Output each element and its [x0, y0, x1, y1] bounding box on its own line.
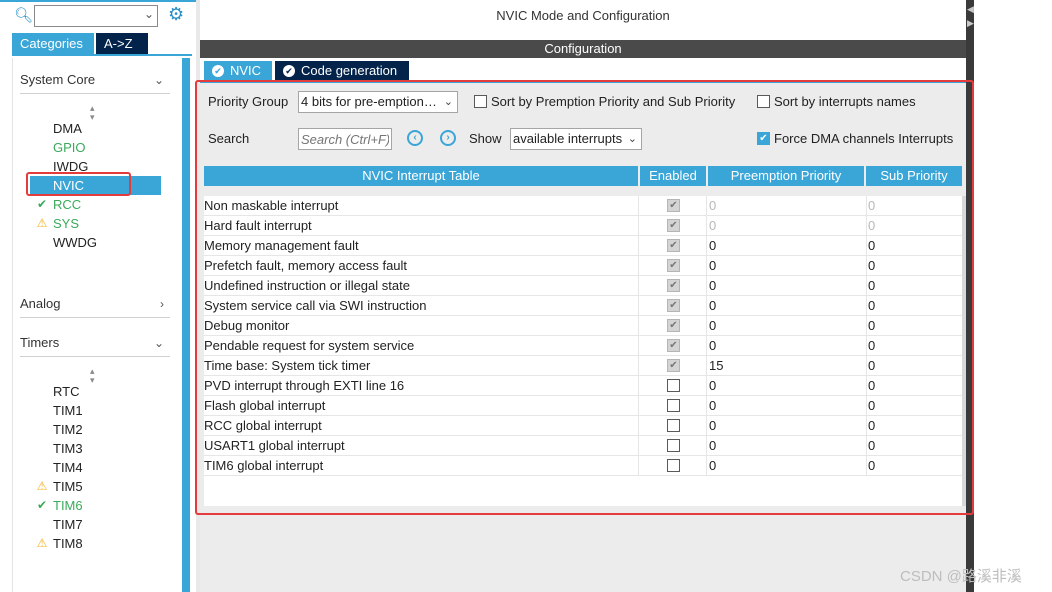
watermark: CSDN @路溪非溪 — [900, 568, 1022, 585]
caret-right-icon[interactable]: ▶ — [967, 18, 974, 29]
sidebar-item-wwdg[interactable]: WWDG — [30, 233, 160, 252]
sidebar-item-label: WWDG — [53, 235, 98, 250]
search-icon[interactable]: 🔍︎ — [14, 6, 34, 26]
chevron-down-icon: ⌄ — [153, 73, 164, 87]
nvic-highlight-box — [26, 172, 131, 196]
sidebar-item-dma[interactable]: DMA — [30, 119, 160, 138]
sidebar-item-label: TIM4 — [53, 460, 83, 475]
chevron-down-icon: ⌄ — [153, 336, 164, 350]
warning-icon: ⚠ — [36, 536, 48, 550]
divider — [20, 93, 170, 94]
gear-icon[interactable]: ⚙ — [168, 4, 188, 24]
tab-a-to-z[interactable]: A->Z — [96, 33, 148, 55]
sidebar-item-rtc[interactable]: RTC — [30, 382, 160, 401]
sidebar-item-tim1[interactable]: TIM1 — [30, 401, 160, 420]
divider — [20, 317, 170, 318]
check-circle-icon: ✔ — [283, 65, 295, 77]
sidebar-item-sys[interactable]: ⚠ SYS — [30, 214, 160, 233]
sidebar-scrollbar[interactable] — [182, 58, 190, 592]
nvic-settings-highlight-box — [195, 80, 974, 515]
configuration-header: Configuration — [200, 40, 966, 58]
sidebar-item-label: SYS — [53, 216, 80, 231]
sidebar-item-gpio[interactable]: GPIO — [30, 138, 160, 157]
sidebar-item-label: RTC — [53, 384, 80, 399]
chevron-right-icon: › — [160, 297, 164, 311]
tab-code-generation[interactable]: ✔ Code generation — [275, 61, 409, 81]
check-icon: ✔ — [36, 197, 48, 211]
sidebar-item-label: TIM8 — [53, 536, 83, 551]
caret-left-icon[interactable]: ◀ — [967, 4, 974, 15]
sidebar-item-label: GPIO — [53, 140, 86, 155]
sidebar-item-label: TIM2 — [53, 422, 83, 437]
component-search-combo[interactable]: ⌄ — [34, 5, 158, 27]
page-title: NVIC Mode and Configuration — [496, 8, 670, 23]
section-system-core[interactable]: System Core ⌄ — [20, 69, 170, 91]
check-circle-icon: ✔ — [212, 65, 224, 77]
top-accent-line — [0, 0, 196, 2]
sidebar-item-label: TIM6 — [53, 498, 83, 513]
sidebar-item-tim7[interactable]: TIM7 — [30, 515, 160, 534]
tab-nvic[interactable]: ✔ NVIC — [204, 61, 272, 81]
warning-icon: ⚠ — [36, 216, 48, 230]
sidebar-item-label: TIM7 — [53, 517, 83, 532]
sidebar-item-label: RCC — [53, 197, 82, 212]
section-label: System Core — [20, 72, 96, 87]
section-label: Analog — [20, 296, 61, 311]
section-timers[interactable]: Timers ⌄ — [20, 332, 170, 354]
tab-label: Code generation — [301, 63, 398, 78]
chevron-down-icon[interactable]: ⌄ — [144, 7, 154, 21]
sidebar-item-tim4[interactable]: TIM4 — [30, 458, 160, 477]
check-icon: ✔ — [36, 498, 48, 512]
sidebar-item-tim2[interactable]: TIM2 — [30, 420, 160, 439]
sidebar-item-label: TIM5 — [53, 479, 83, 494]
tab-categories[interactable]: Categories — [12, 33, 94, 55]
sidebar-item-rcc[interactable]: ✔ RCC — [30, 195, 160, 214]
left-sidebar: 🔍︎ ⌄ ⚙ Categories A->Z System Core ⌄ ▴ ▾ … — [0, 0, 196, 592]
sidebar-item-tim6[interactable]: ✔ TIM6 — [30, 496, 160, 515]
warning-icon: ⚠ — [36, 479, 48, 493]
tab-label: NVIC — [230, 63, 262, 78]
sidebar-item-label: TIM1 — [53, 403, 83, 418]
section-analog[interactable]: Analog › — [20, 293, 170, 315]
sidebar-item-label: DMA — [53, 121, 82, 136]
sidebar-item-tim3[interactable]: TIM3 — [30, 439, 160, 458]
sidebar-item-label: TIM3 — [53, 441, 83, 456]
tabs-underline — [12, 54, 192, 56]
sidebar-item-tim8[interactable]: ⚠ TIM8 — [30, 534, 160, 553]
category-tabs: Categories A->Z — [12, 33, 192, 55]
sidebar-item-tim5[interactable]: ⚠ TIM5 — [30, 477, 160, 496]
section-label: Timers — [20, 335, 60, 350]
divider — [20, 356, 170, 357]
